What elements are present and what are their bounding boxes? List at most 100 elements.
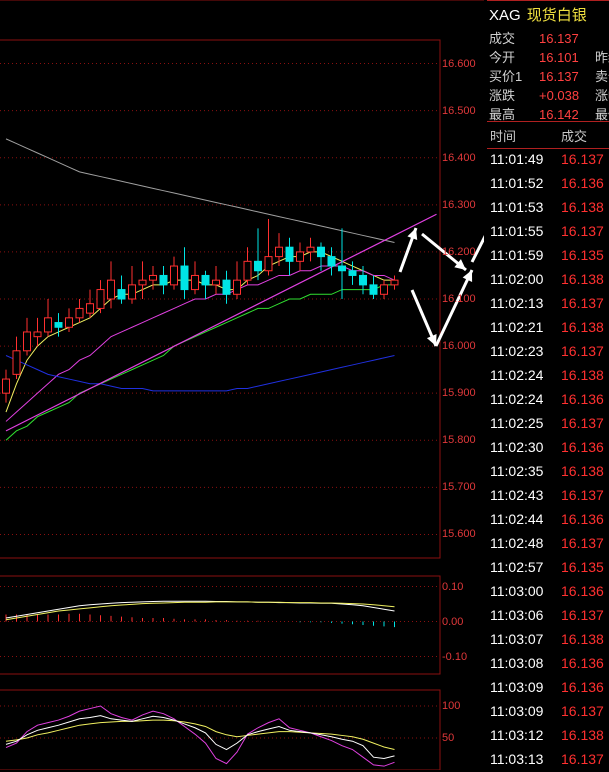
quote-extra-label: 涨幅: [595, 88, 609, 103]
tick-time: 11:01:49: [490, 151, 544, 167]
candle-body: [33, 331, 42, 338]
tick-time: 11:03:07: [490, 631, 544, 647]
candle-body: [2, 378, 10, 394]
tick-row[interactable]: 11:02:30 16.136: [487, 436, 609, 460]
candle-body: [149, 274, 157, 281]
annotation-arrow-head: [407, 228, 418, 240]
price-tick-label: 15.600: [442, 528, 476, 541]
tick-row[interactable]: 11:03:07 16.138: [487, 628, 609, 652]
tick-time: 11:02:21: [490, 319, 544, 335]
macd-dif-line: [5, 600, 395, 619]
candle-body: [390, 279, 399, 286]
candle-body: [138, 279, 147, 286]
tick-time: 11:02:00: [490, 271, 544, 287]
tick-time: 11:02:43: [490, 487, 544, 503]
price-tick-label: 15.700: [442, 481, 476, 494]
kline-chart-area[interactable]: 16.600 16.500 16.400 16.300 16.200 16.100 16.0…: [0, 0, 484, 770]
candle-body: [359, 274, 367, 286]
tick-price: 16.138: [561, 199, 604, 215]
tick-time: 11:02:30: [490, 439, 544, 455]
tick-price: 16.136: [561, 655, 604, 671]
tick-time: 11:03:12: [490, 727, 544, 743]
tick-price: 16.138: [561, 319, 604, 335]
tick-row[interactable]: 11:02:44 16.136: [487, 508, 609, 532]
candle-body: [180, 265, 189, 291]
tick-price: 16.137: [561, 343, 604, 359]
tick-row[interactable]: 11:02:35 16.138: [487, 460, 609, 484]
tick-row[interactable]: 11:02:24 16.136: [487, 388, 609, 412]
ma-line-2: [5, 284, 395, 441]
kdj-tick-label: 100: [442, 700, 461, 712]
tick-row[interactable]: 11:03:13 16.137: [487, 748, 609, 772]
candle-body: [54, 322, 63, 328]
tick-price: 16.138: [561, 367, 604, 383]
candle-body: [212, 279, 220, 286]
tick-price: 16.136: [561, 511, 604, 527]
quote-label: 买价1: [489, 69, 523, 84]
tick-row[interactable]: 11:02:00 16.138: [487, 268, 609, 292]
candle-body: [243, 260, 252, 281]
tick-row[interactable]: 11:03:12 16.138: [487, 724, 609, 748]
tick-price: 16.137: [561, 751, 604, 767]
price-tick-label: 16.500: [442, 104, 476, 117]
symbol-title: XAG 现货白银: [489, 4, 587, 25]
tick-row[interactable]: 11:01:59 16.135: [487, 244, 609, 268]
ma-line-3: [5, 355, 395, 392]
tick-time: 11:02:44: [490, 511, 544, 527]
quote-extra-label: 昨结: [595, 50, 609, 65]
tick-row[interactable]: 11:03:09 16.136: [487, 676, 609, 700]
symbol-code: XAG: [489, 7, 521, 24]
candle-body: [44, 317, 52, 333]
tick-time: 11:02:35: [490, 463, 544, 479]
tick-price: 16.138: [561, 271, 604, 287]
candle-body: [65, 317, 73, 328]
tick-row[interactable]: 11:01:53 16.138: [487, 196, 609, 220]
tick-price: 16.136: [561, 439, 604, 455]
kdj-tick-label: 50: [442, 732, 455, 744]
tick-row[interactable]: 11:03:06 16.137: [487, 604, 609, 628]
tick-row[interactable]: 11:03:00 16.136: [487, 580, 609, 604]
annotation-arrow: [434, 269, 474, 347]
chart-canvas[interactable]: [0, 0, 484, 770]
price-tick-label: 16.100: [442, 293, 476, 305]
candle-body: [369, 284, 378, 295]
tick-time: 11:03:06: [490, 607, 544, 623]
tick-row[interactable]: 11:02:24 16.138: [487, 364, 609, 388]
price-tick-label: 16.600: [442, 57, 476, 70]
tick-row[interactable]: 11:01:49 16.137: [487, 148, 609, 172]
tick-time: 11:03:00: [490, 583, 544, 599]
price-tick-label: 16.400: [442, 151, 476, 164]
quote-label: 涨跌: [489, 88, 516, 103]
tick-row[interactable]: 11:02:13 16.137: [487, 292, 609, 316]
tick-row[interactable]: 11:03:09 16.137: [487, 700, 609, 724]
tick-price: 16.136: [561, 175, 604, 191]
tick-row[interactable]: 11:02:48 16.137: [487, 532, 609, 556]
ma-line-4: [5, 138, 395, 243]
tick-row[interactable]: 11:02:21 16.138: [487, 316, 609, 340]
candle-body: [306, 246, 315, 253]
tick-time: 11:02:13: [490, 295, 544, 311]
tick-time: 11:02:57: [490, 559, 544, 575]
tick-row[interactable]: 11:01:55 16.137: [487, 220, 609, 244]
tick-time: 11:02:48: [490, 535, 544, 551]
price-tick-label: 16.000: [442, 340, 476, 353]
price-tick-label: 15.800: [442, 434, 476, 447]
tick-table-header: 时间 成交: [487, 121, 609, 149]
tick-row[interactable]: 11:01:52 16.136: [487, 172, 609, 196]
tick-row[interactable]: 11:02:25 16.137: [487, 412, 609, 436]
tick-row[interactable]: 11:02:57 16.135: [487, 556, 609, 580]
quote-label: 成交: [489, 31, 516, 46]
tick-row[interactable]: 11:02:23 16.137: [487, 340, 609, 364]
tick-time: 11:03:09: [490, 679, 544, 695]
tick-row[interactable]: 11:03:08 16.136: [487, 652, 609, 676]
quote-value: 16.137: [539, 69, 579, 84]
candle-body: [117, 289, 126, 300]
candle-body: [159, 274, 168, 286]
tick-price: 16.137: [561, 703, 604, 719]
price-tick-label: 16.200: [442, 245, 476, 258]
candle-body: [275, 246, 283, 258]
macd-tick-label: 0.00: [442, 615, 464, 628]
candle-body: [222, 279, 231, 295]
candle-body: [254, 260, 262, 272]
tick-row[interactable]: 11:02:43 16.137: [487, 484, 609, 508]
